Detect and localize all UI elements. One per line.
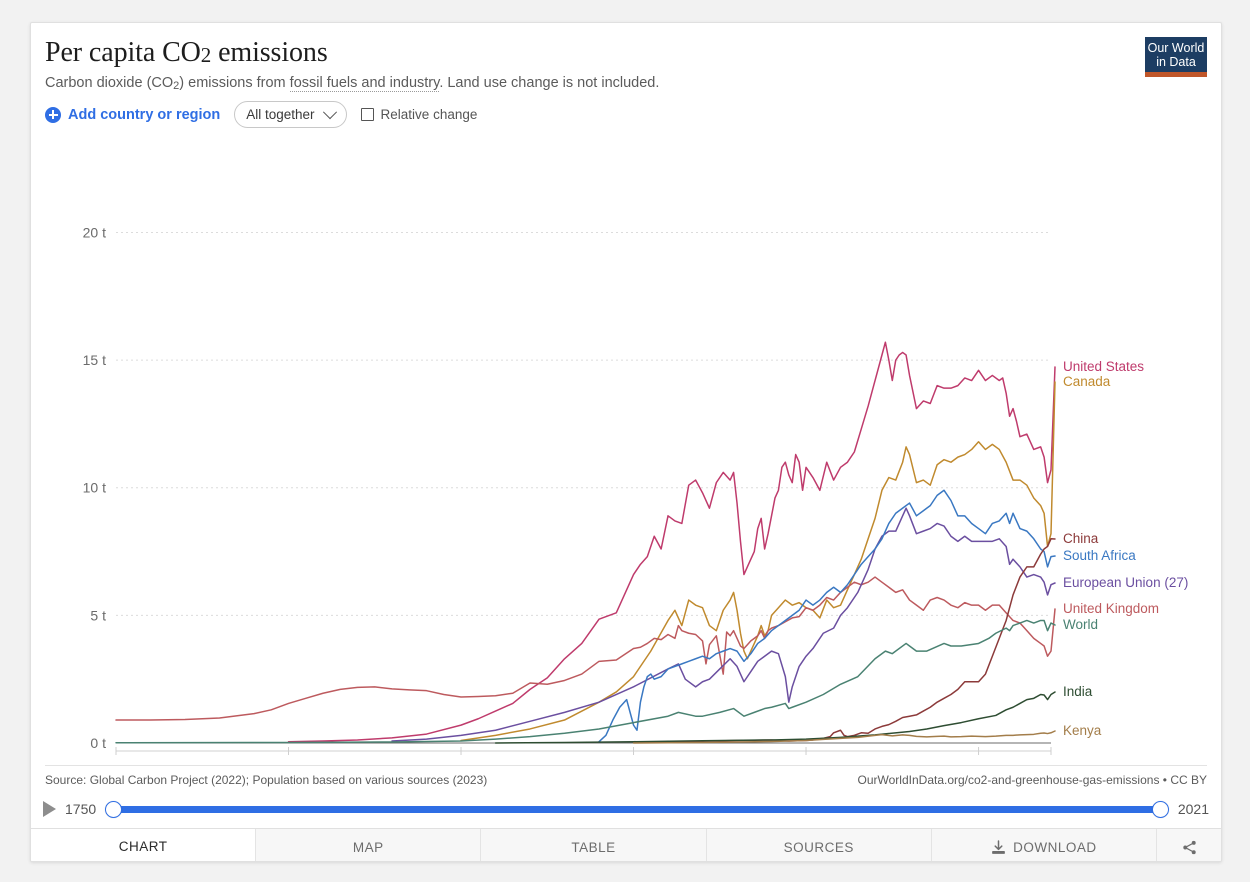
subtitle-definition-link[interactable]: fossil fuels and industry [289,75,440,92]
series-line[interactable] [460,381,1056,742]
tab-download[interactable]: DOWNLOAD [932,829,1158,861]
series-label[interactable]: United States [1063,359,1144,374]
slider-handle-start[interactable] [105,800,123,818]
page-title: Per capita CO2 emissions [45,37,328,68]
y-axis-tick-label: 20 t [83,224,106,240]
slider-handle-end[interactable] [1151,800,1169,818]
series-line[interactable] [632,538,1056,744]
slider-end-year: 2021 [1177,801,1209,817]
relative-change-checkbox[interactable]: Relative change [360,107,478,122]
y-axis-tick-label: 5 t [90,607,106,623]
logo-line-2: in Data [1156,55,1196,69]
tab-label: CHART [118,838,168,854]
chevron-down-icon [322,104,337,119]
attribution-text: OurWorldInData.org/co2-and-greenhouse-ga… [857,773,1207,787]
series-line[interactable] [494,691,1056,744]
series-label[interactable]: European Union (27) [1063,575,1188,590]
slider-rail [111,805,1163,813]
tab-label: SOURCES [783,840,854,855]
series-label[interactable]: United Kingdom [1063,601,1159,616]
subtitle-post: . Land use change is not included. [439,75,660,91]
series-label[interactable]: China [1063,531,1099,546]
subtitle-mid: ) emissions from [179,75,290,91]
play-button[interactable] [43,801,56,817]
checkbox-icon [360,108,374,121]
chart-controls: Add country or region All together Relat… [45,101,477,128]
plus-icon [45,106,61,123]
screenshot-frame: Per capita CO2 emissions Carbon dioxide … [0,0,1250,882]
tab-bar: CHART MAP TABLE SOURCES DOWNLOAD [31,828,1221,861]
facet-select-value: All together [246,107,315,122]
tab-label: MAP [352,840,384,855]
logo-line-1: Our World [1147,41,1205,55]
chart-plot-area: 0 t5 t10 t15 t20 t1750180018501900195020… [31,143,1221,763]
tab-label: DOWNLOAD [1013,840,1097,855]
tab-chart[interactable]: CHART [31,829,257,861]
time-slider[interactable]: 1750 2021 [43,800,1209,818]
slider-start-year: 1750 [65,801,97,817]
share-icon [1182,840,1196,855]
tab-table[interactable]: TABLE [481,829,707,861]
tab-label: TABLE [571,840,616,855]
y-axis-tick-label: 15 t [83,352,106,368]
chart-header: Per capita CO2 emissions Carbon dioxide … [45,37,1207,95]
y-axis-tick-label: 0 t [90,735,106,751]
owid-logo[interactable]: Our World in Data [1145,37,1207,77]
chart-subtitle: Carbon dioxide (CO2) emissions from foss… [45,74,1207,95]
chart-card: Per capita CO2 emissions Carbon dioxide … [30,22,1222,862]
relative-change-label: Relative change [380,107,478,122]
add-country-label: Add country or region [68,106,221,123]
download-icon [992,840,1006,854]
tab-map[interactable]: MAP [256,829,482,861]
series-label[interactable]: Canada [1063,374,1111,389]
series-label[interactable]: India [1063,684,1093,699]
source-text: Source: Global Carbon Project (2022); Po… [45,773,488,787]
source-row: Source: Global Carbon Project (2022); Po… [45,765,1207,787]
series-line[interactable] [287,341,1056,743]
series-label[interactable]: Kenya [1063,723,1102,738]
series-label[interactable]: World [1063,617,1098,632]
series-label[interactable]: South Africa [1063,548,1136,563]
add-country-button[interactable]: Add country or region [45,106,221,123]
tab-sources[interactable]: SOURCES [707,829,932,861]
subtitle-pre: Carbon dioxide (CO [45,75,174,91]
tab-share[interactable] [1157,829,1221,861]
series-line[interactable] [391,507,1056,742]
line-chart[interactable]: 0 t5 t10 t15 t20 t1750180018501900195020… [31,143,1221,763]
facet-select[interactable]: All together [234,101,347,128]
y-axis-tick-label: 10 t [83,480,106,496]
slider-track[interactable] [105,800,1169,818]
series-line[interactable] [598,489,1056,743]
